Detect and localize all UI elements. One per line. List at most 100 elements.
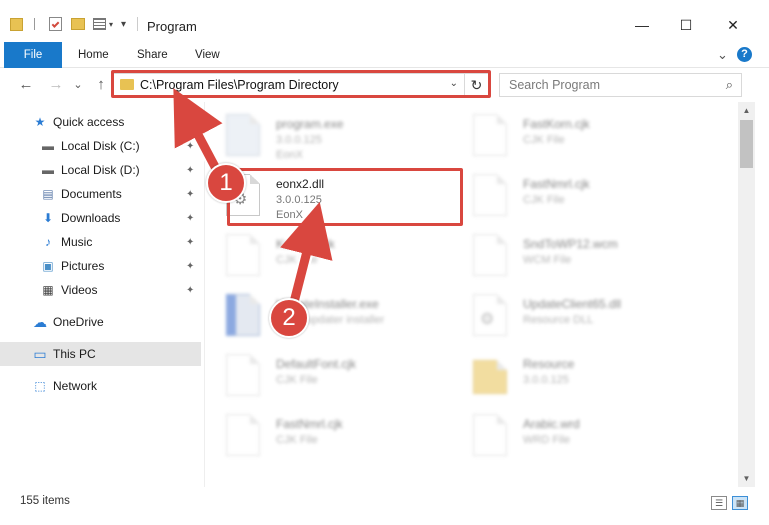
sidebar-item-local-disk-c[interactable]: ▬ Local Disk (C:) ✦ [0, 134, 201, 158]
expand-ribbon-icon[interactable]: ⌄ [707, 42, 738, 68]
file-item[interactable]: UpdateInstaller.exe EonX updater install… [206, 288, 446, 346]
step-1-badge: 1 [206, 163, 246, 203]
file-item[interactable]: program.exe 3.0.0.125 EonX [206, 108, 446, 166]
pin-icon[interactable]: ✦ [186, 261, 194, 272]
pin-icon[interactable]: ✦ [186, 141, 194, 152]
file-item[interactable]: SndToWP12.wcm WCM File [453, 228, 693, 286]
file-detail: 3.0.0.125 [523, 374, 569, 386]
help-icon[interactable]: ? [737, 47, 752, 62]
file-detail: WRD File [523, 434, 571, 446]
forward-button[interactable]: → [45, 75, 67, 95]
drive-icon: ▬ [42, 163, 54, 177]
scroll-thumb[interactable] [740, 120, 753, 168]
back-button[interactable]: ← [15, 75, 37, 95]
sidebar-item-label: Local Disk (C:) [61, 139, 140, 153]
minimize-button[interactable]: — [627, 13, 657, 37]
separator-icon [34, 14, 35, 34]
navigation-bar: ← → ⌄ ↑ C:\Program Files\Program Directo… [0, 68, 769, 102]
file-item[interactable]: UpdateClient65.dll Resource DLL [453, 288, 693, 346]
close-button[interactable]: ✕ [718, 13, 748, 37]
pin-icon[interactable]: ✦ [186, 237, 194, 248]
sidebar-item-music[interactable]: ♪ Music ✦ [0, 230, 201, 254]
file-detail: WCM File [523, 254, 572, 266]
tab-file[interactable]: File [4, 42, 62, 68]
details-view-button[interactable]: ☰ [711, 496, 727, 510]
scroll-down-icon[interactable]: ▼ [738, 470, 755, 487]
file-detail: 3.0.0.125 [276, 134, 322, 146]
file-item[interactable]: Kontakt.cjk CJK File [206, 228, 446, 286]
sidebar-item-videos[interactable]: ▦ Videos ✦ [0, 278, 201, 302]
sidebar-item-label: Downloads [61, 211, 121, 225]
search-box[interactable]: Search Program ⌕ [499, 73, 742, 97]
sidebar-item-label: Quick access [53, 115, 125, 129]
pin-icon[interactable]: ✦ [186, 213, 194, 224]
file-item[interactable]: FastNmrl.cjk CJK File [453, 168, 693, 226]
sidebar-item-this-pc[interactable]: ▭ This PC [0, 342, 201, 366]
sidebar-item-documents[interactable]: ▤ Documents ✦ [0, 182, 201, 206]
download-icon: ⬇ [42, 211, 54, 225]
sidebar-item-pictures[interactable]: ▣ Pictures ✦ [0, 254, 201, 278]
new-folder-icon[interactable] [71, 14, 85, 34]
chevron-down-icon[interactable]: ⌄ [450, 78, 458, 89]
file-item[interactable]: DefaultFont.cjk CJK File [206, 348, 446, 406]
file-detail: CJK File [276, 434, 318, 446]
documents-icon: ▤ [42, 187, 54, 201]
sidebar-item-label: Music [61, 235, 93, 249]
ribbon: File Home Share View ⌄ ? [0, 42, 769, 68]
address-bar[interactable]: C:\Program Files\Program Directory ⌄ ↻ [113, 73, 489, 97]
quick-access-dropdown-icon[interactable]: ▾ [121, 14, 126, 34]
maximize-button[interactable]: ☐ [671, 13, 701, 37]
recent-locations-button[interactable]: ⌄ [67, 75, 89, 95]
customize-toolbar-icon[interactable]: ▾ [93, 14, 113, 34]
file-item[interactable]: FastKorn.cjk CJK File [453, 108, 693, 166]
file-name: UpdateClient65.dll [523, 297, 622, 311]
installer-file-icon [226, 294, 260, 336]
folder-icon [120, 79, 134, 90]
up-button[interactable]: ↑ [90, 75, 112, 95]
separator-icon [137, 14, 138, 34]
file-name: FastNmrl.cjk [523, 177, 590, 191]
scroll-up-icon[interactable]: ▲ [738, 102, 755, 119]
window-title: Program [147, 19, 197, 34]
sidebar-item-label: Documents [61, 187, 122, 201]
sidebar-item-label: Pictures [61, 259, 105, 273]
file-item[interactable]: FastNmrl.cjk CJK File [206, 408, 446, 466]
file-icon [473, 114, 507, 156]
file-icon [473, 174, 507, 216]
videos-icon: ▦ [42, 283, 54, 297]
sidebar-item-label: Videos [61, 283, 98, 297]
pin-icon[interactable]: ✦ [186, 165, 194, 176]
sidebar-item-quick-access[interactable]: ★ Quick access [0, 110, 201, 134]
tab-home[interactable]: Home [68, 42, 119, 68]
dll-file-icon [473, 294, 507, 336]
sidebar-item-network[interactable]: ⬚ Network [0, 374, 201, 398]
file-icon [473, 234, 507, 276]
sidebar-item-local-disk-d[interactable]: ▬ Local Disk (D:) ✦ [0, 158, 201, 182]
tab-share[interactable]: Share [127, 42, 178, 68]
pin-icon[interactable]: ✦ [186, 285, 194, 296]
large-icons-view-button[interactable]: ▦ [732, 496, 748, 510]
pin-icon[interactable]: ✦ [186, 189, 194, 200]
file-detail: CJK File [276, 254, 318, 266]
cloud-icon: ☁ [33, 313, 47, 330]
sidebar-item-downloads[interactable]: ⬇ Downloads ✦ [0, 206, 201, 230]
vertical-scrollbar[interactable]: ▲ ▼ [738, 102, 755, 487]
file-item[interactable]: Resource 3.0.0.125 [453, 348, 693, 406]
file-detail: CJK File [523, 194, 565, 206]
file-name: FastKorn.cjk [523, 117, 590, 131]
title-bar: ▾ ▾ Program — ☐ ✕ [0, 0, 769, 42]
file-item[interactable]: Arabic.wrd WRD File [453, 408, 693, 466]
search-icon[interactable]: ⌕ [726, 77, 733, 93]
file-name: FastNmrl.cjk [276, 417, 343, 431]
file-name: Arabic.wrd [523, 417, 580, 431]
properties-icon[interactable] [49, 14, 62, 34]
search-input[interactable]: Search Program [509, 78, 600, 92]
refresh-button[interactable]: ↻ [464, 74, 488, 96]
file-icon [226, 354, 260, 396]
tab-view[interactable]: View [185, 42, 230, 68]
exe-file-icon [226, 114, 260, 156]
file-detail: CJK File [523, 134, 565, 146]
address-path[interactable]: C:\Program Files\Program Directory [140, 78, 339, 92]
sidebar-item-onedrive[interactable]: ☁ OneDrive [0, 310, 201, 334]
file-icon [226, 414, 260, 456]
